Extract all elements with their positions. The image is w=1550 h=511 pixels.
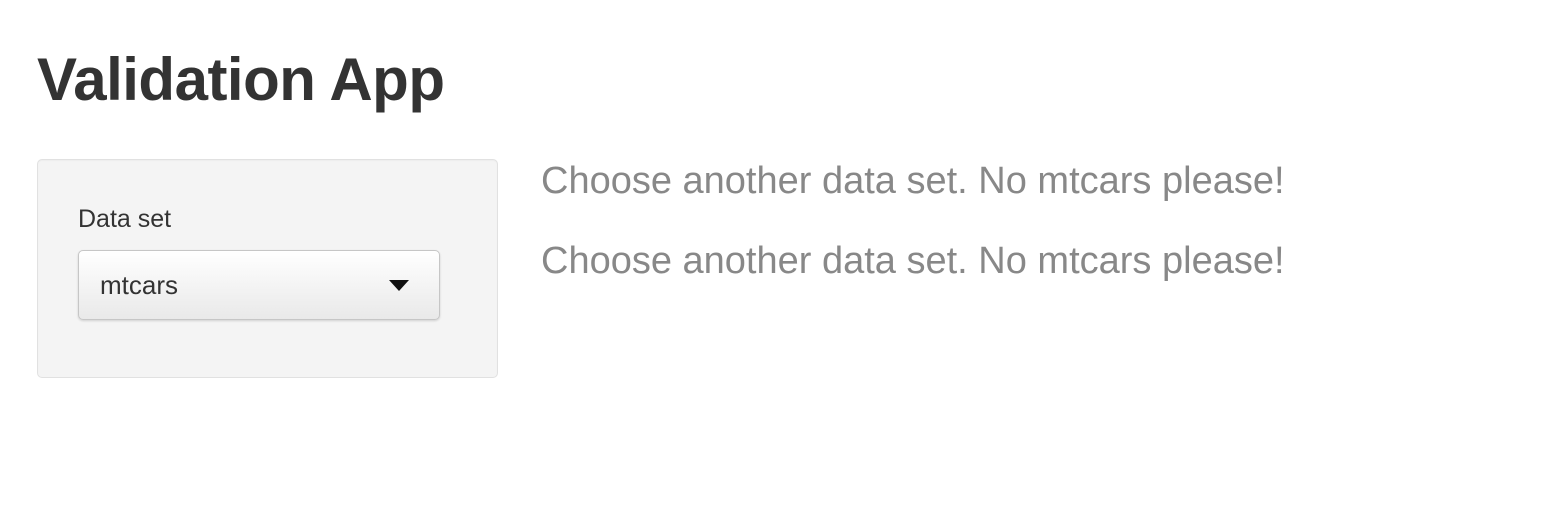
page-title: Validation App	[37, 46, 445, 113]
sidebar-panel: Data set mtcars	[37, 159, 498, 378]
dataset-label: Data set	[78, 205, 172, 233]
dataset-select[interactable]: mtcars	[78, 250, 440, 320]
validation-message: Choose another data set. No mtcars pleas…	[541, 240, 1285, 282]
validation-message: Choose another data set. No mtcars pleas…	[541, 160, 1285, 202]
dataset-selected-value: mtcars	[100, 270, 178, 300]
caret-down-icon	[389, 280, 409, 291]
